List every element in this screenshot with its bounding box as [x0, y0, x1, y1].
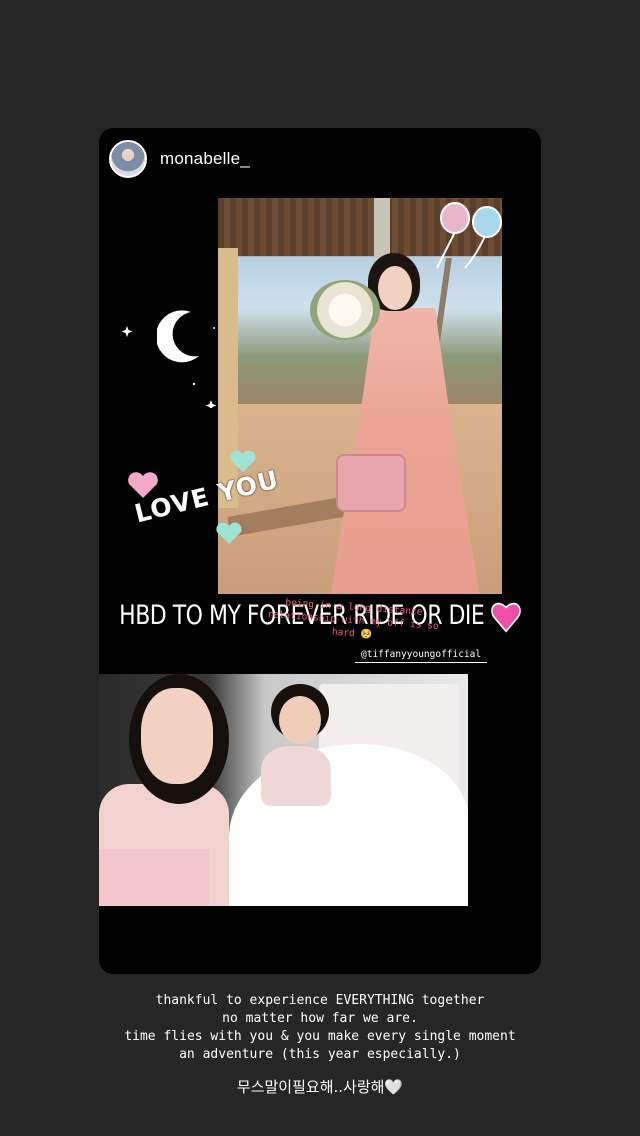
caption-line: an adventure (this year especially.) — [179, 1047, 461, 1062]
caption-line: thankful to experience EVERYTHING togeth… — [155, 993, 485, 1008]
story-card[interactable]: monabelle_ LOVE YOU HBD TO MY FOREVER RI… — [99, 128, 541, 974]
balloon-icon — [436, 202, 502, 269]
mention-tag[interactable]: @tiffanyyoungofficial — [355, 647, 488, 663]
moon-icon — [157, 310, 199, 363]
pink-heart-emoji — [491, 602, 521, 633]
post-caption: thankful to experience EVERYTHING togeth… — [0, 992, 640, 1064]
username[interactable]: monabelle_ — [160, 149, 250, 169]
avatar[interactable] — [109, 140, 147, 178]
caption-line: no matter how far we are. — [222, 1011, 418, 1026]
korean-caption: 무스말이필요해..사랑해🤍 — [236, 1078, 404, 1096]
story-header[interactable]: monabelle_ — [109, 139, 250, 179]
caption-line: time flies with you & you make every sin… — [124, 1029, 516, 1044]
second-photo — [99, 674, 468, 906]
